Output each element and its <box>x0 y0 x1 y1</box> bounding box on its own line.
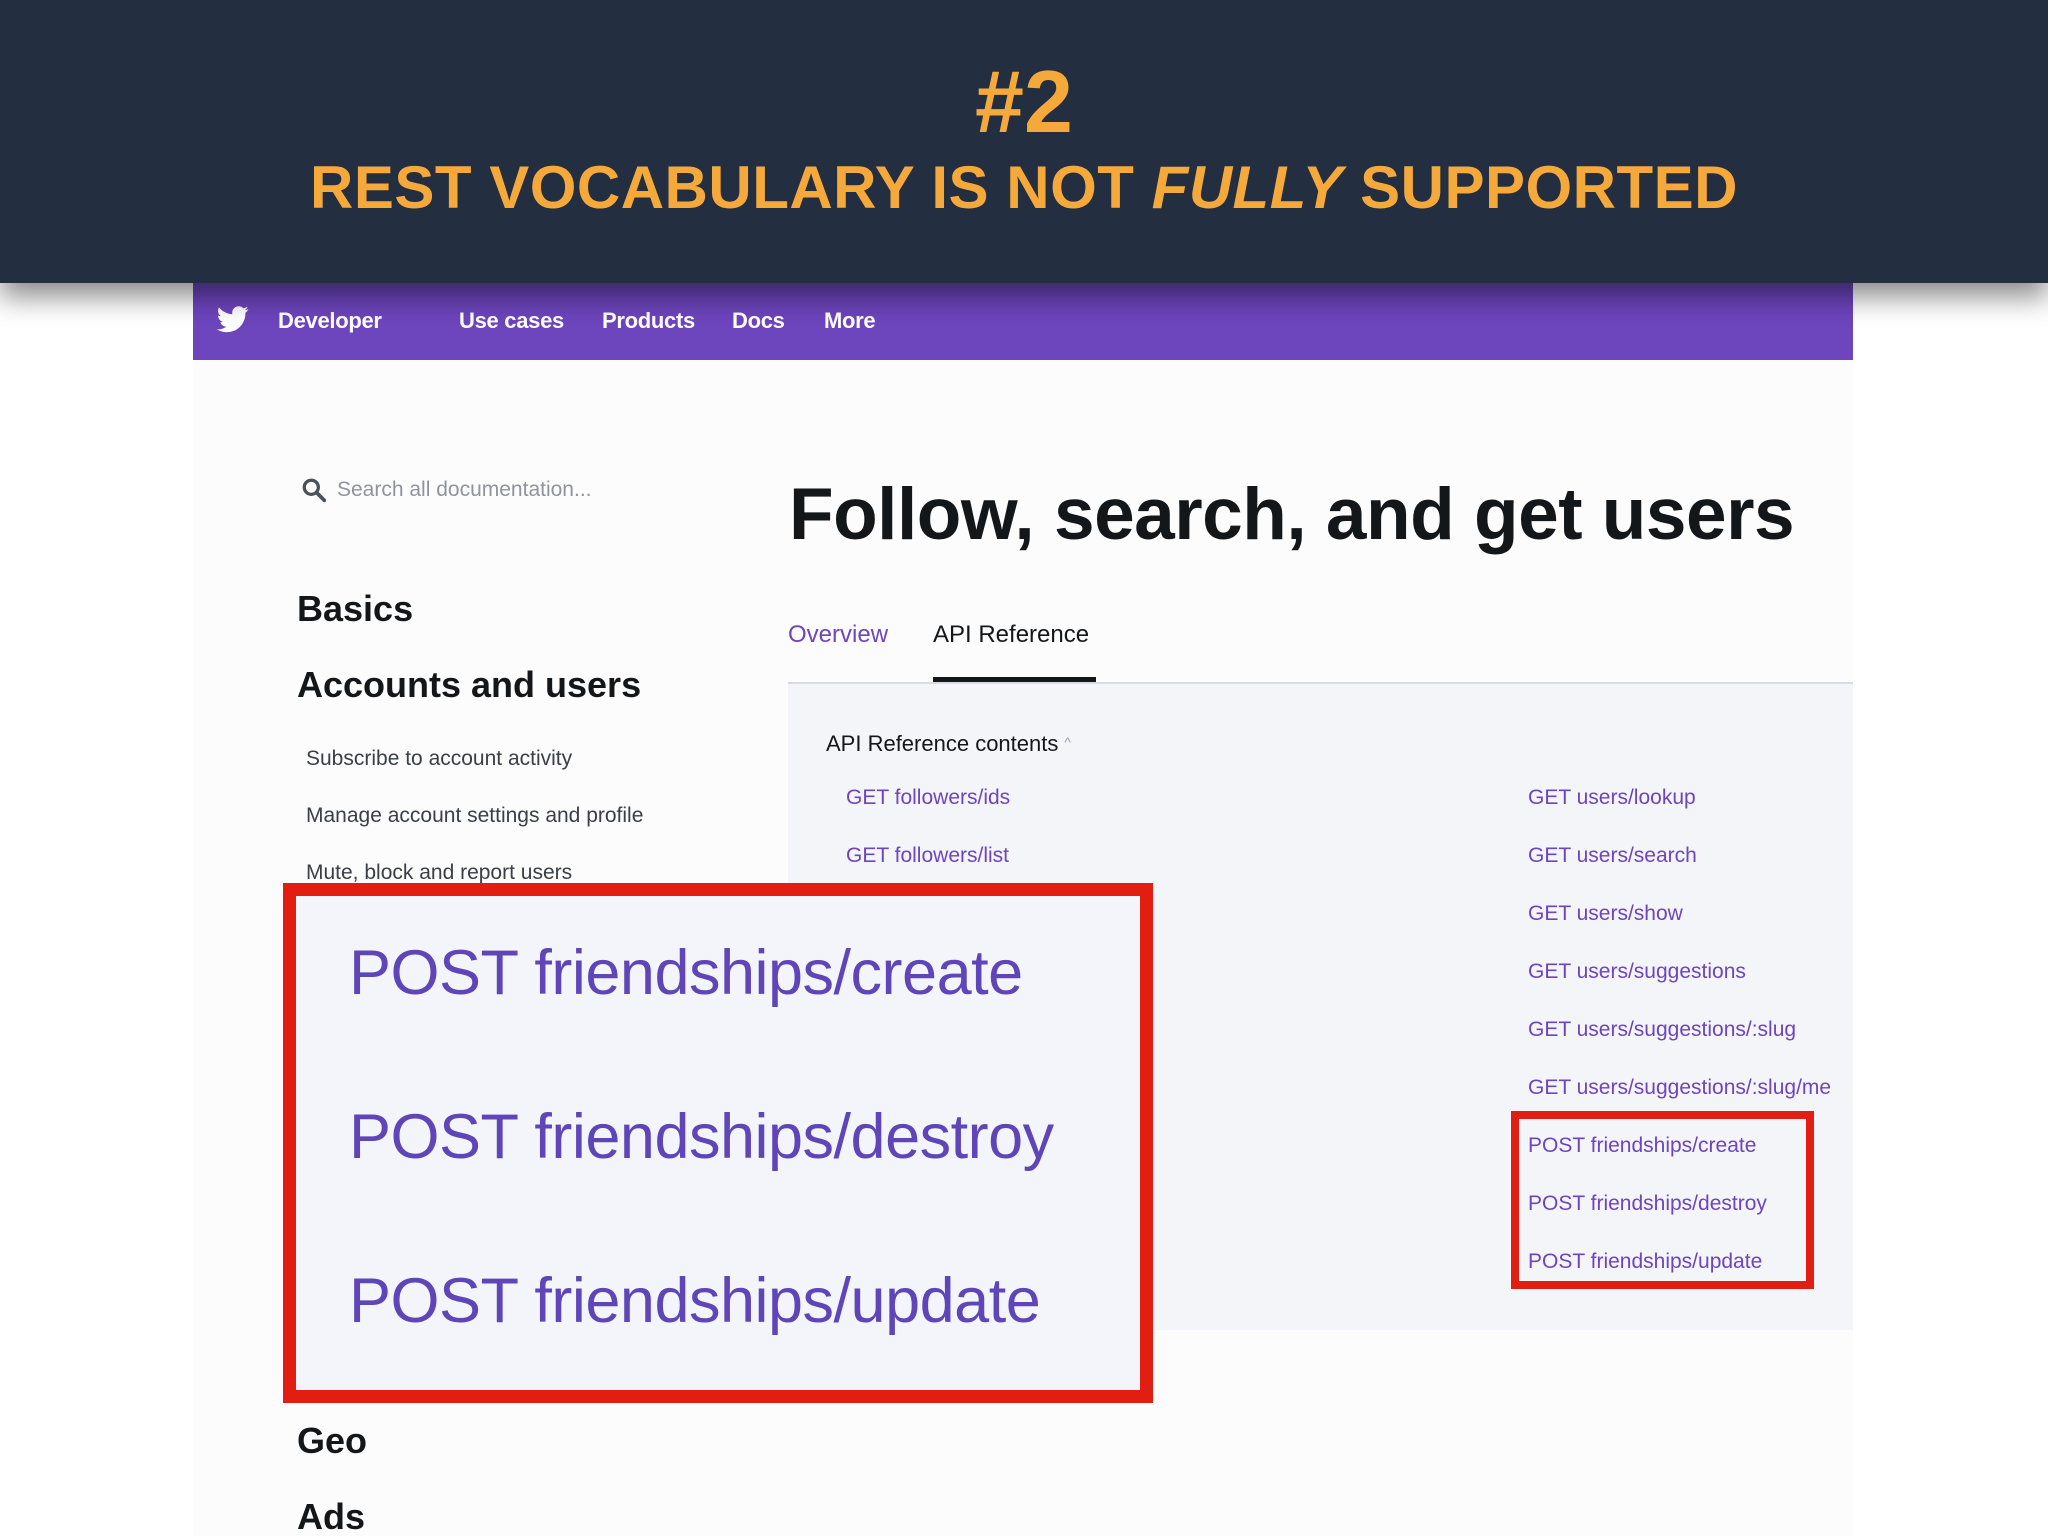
ref-link-get-users-suggestions-slug-members[interactable]: GET users/suggestions/:slug/me <box>1528 1076 1831 1100</box>
zoom-item-post-friendships-update: POST friendships/update <box>349 1266 1041 1336</box>
api-reference-contents-toggle[interactable]: API Reference contents ^ <box>826 731 1071 757</box>
sidebar-heading-accounts-and-users[interactable]: Accounts and users <box>297 664 641 706</box>
ref-link-get-users-suggestions-slug[interactable]: GET users/suggestions/:slug <box>1528 1018 1796 1042</box>
page-title: Follow, search, and get users <box>789 474 1795 555</box>
ref-link-get-users-show[interactable]: GET users/show <box>1528 902 1683 926</box>
slide-headline: REST VOCABULARY IS NOT FULLY SUPPORTED <box>0 158 2048 218</box>
nav-docs-link[interactable]: Docs <box>732 308 785 334</box>
sidebar-heading-geo[interactable]: Geo <box>297 1420 367 1462</box>
ref-link-get-users-lookup[interactable]: GET users/lookup <box>1528 786 1696 810</box>
zoom-item-post-friendships-create: POST friendships/create <box>349 938 1023 1008</box>
top-nav-bar: Developer Use cases Products Docs More <box>193 283 1853 360</box>
sidebar-item-mute-block-report[interactable]: Mute, block and report users <box>306 861 572 885</box>
sidebar-item-manage-account-settings[interactable]: Manage account settings and profile <box>306 804 643 828</box>
headline-after: SUPPORTED <box>1342 154 1738 221</box>
ref-link-get-followers-list[interactable]: GET followers/list <box>846 844 1009 868</box>
docs-screenshot: Developer Use cases Products Docs More B… <box>193 283 1853 1536</box>
search-icon <box>302 478 327 503</box>
search-input[interactable] <box>337 475 607 505</box>
sidebar-heading-basics[interactable]: Basics <box>297 588 413 630</box>
slide-number: #2 <box>975 52 1073 151</box>
headline-emphasis: FULLY <box>1151 154 1343 221</box>
docs-search <box>301 475 607 507</box>
highlight-box-small <box>1511 1111 1814 1289</box>
tab-api-reference[interactable]: API Reference <box>933 621 1089 649</box>
slide-banner: #2 REST VOCABULARY IS NOT FULLY SUPPORTE… <box>0 0 2048 283</box>
sidebar-heading-ads[interactable]: Ads <box>297 1496 365 1536</box>
zoom-item-post-friendships-destroy: POST friendships/destroy <box>349 1102 1054 1172</box>
twitter-bird-icon[interactable] <box>215 303 251 335</box>
headline-before: REST VOCABULARY IS NOT <box>310 154 1152 221</box>
ref-link-get-users-search[interactable]: GET users/search <box>1528 844 1697 868</box>
ref-link-get-followers-ids[interactable]: GET followers/ids <box>846 786 1010 810</box>
nav-more-link[interactable]: More <box>824 308 876 334</box>
api-reference-contents-label: API Reference contents <box>826 731 1059 756</box>
zoom-callout: POST friendships/create POST friendships… <box>283 883 1153 1403</box>
nav-use-cases-link[interactable]: Use cases <box>459 308 564 334</box>
tab-overview[interactable]: Overview <box>788 621 888 649</box>
ref-link-get-users-suggestions[interactable]: GET users/suggestions <box>1528 960 1746 984</box>
sidebar-item-subscribe-to-account-activity[interactable]: Subscribe to account activity <box>306 747 572 771</box>
chevron-up-icon: ^ <box>1064 734 1071 750</box>
nav-developer-link[interactable]: Developer <box>278 308 382 334</box>
nav-products-link[interactable]: Products <box>602 308 695 334</box>
